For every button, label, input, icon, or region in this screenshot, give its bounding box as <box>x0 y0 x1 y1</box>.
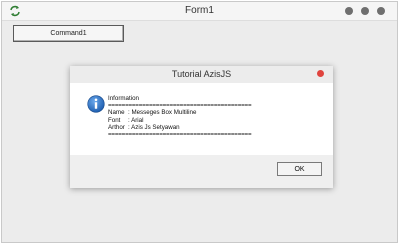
row-key: Arthor <box>108 123 125 131</box>
message-box-footer: OK <box>70 155 333 188</box>
close-button[interactable] <box>377 7 385 15</box>
window-controls <box>345 7 385 15</box>
message-text: Information ============================… <box>108 95 252 138</box>
information-icon <box>87 95 105 113</box>
row-value: : Azis Js Setyawan <box>128 123 180 131</box>
message-row-name: Name : Messeges Box Multiline <box>108 109 251 116</box>
row-key: Font <box>108 116 121 124</box>
message-box-close-button[interactable] <box>317 70 324 77</box>
separator-bottom: ========================================… <box>108 130 252 138</box>
message-box-titlebar[interactable]: Tutorial AzisJS <box>70 66 333 83</box>
minimize-button[interactable] <box>345 7 353 15</box>
command1-button[interactable]: Command1 <box>13 25 124 42</box>
separator-top: ========================================… <box>108 102 252 110</box>
row-value: : Messeges Box Multiline <box>128 109 197 117</box>
message-row-font: Font : Arial <box>108 117 251 124</box>
message-box-title: Tutorial AzisJS <box>171 69 232 79</box>
message-heading: Information <box>108 95 139 102</box>
window-title: Form1 <box>185 5 214 16</box>
message-box: Tutorial AzisJS Information ============… <box>70 66 333 188</box>
row-value: : Arial <box>128 116 144 124</box>
window-titlebar[interactable]: Form1 <box>2 2 397 21</box>
message-row-arthor: Arthor : Azis Js Setyawan <box>108 124 251 131</box>
maximize-button[interactable] <box>361 7 369 15</box>
ok-button[interactable]: OK <box>277 162 322 176</box>
message-box-body: Information ============================… <box>70 83 333 155</box>
row-key: Name <box>108 109 125 117</box>
